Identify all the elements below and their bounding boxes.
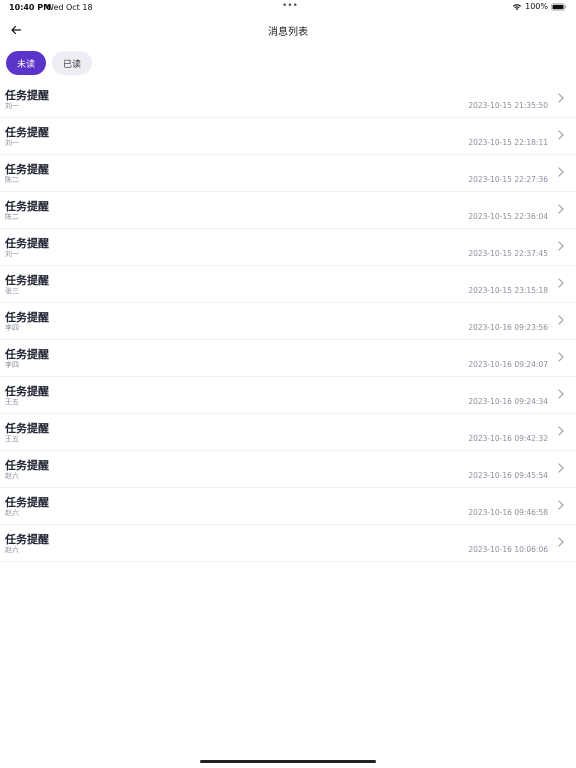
message-time: 2023-10-16 09:42:32 [468,434,548,443]
message-time: 2023-10-15 22:18:11 [468,138,548,147]
message-list-item[interactable]: 任务提醒 赵六 2023-10-16 09:46:58 [0,488,576,525]
message-time: 2023-10-15 21:35:50 [468,101,548,110]
message-sender: 李四 [5,361,19,369]
battery-percent: 100% [525,2,548,11]
screen: 10:40 PM Wed Oct 18 ••• 100% 消息列表 未读 已读 … [0,0,576,768]
message-list: 任务提醒 刘一 2023-10-15 21:35:50 任务提醒 刘一 2023… [0,81,576,562]
status-bar: 10:40 PM Wed Oct 18 ••• 100% [0,0,576,14]
message-sender: 陈二 [5,213,19,221]
message-list-item[interactable]: 任务提醒 刘一 2023-10-15 21:35:50 [0,81,576,118]
message-list-item[interactable]: 任务提醒 赵六 2023-10-16 10:06:06 [0,525,576,562]
message-sender: 张三 [5,287,19,295]
chevron-right-icon [558,93,564,103]
chevron-right-icon [558,389,564,399]
status-date: Wed Oct 18 [46,3,93,12]
message-list-item[interactable]: 任务提醒 陈二 2023-10-15 22:27:36 [0,155,576,192]
message-list-item[interactable]: 任务提醒 刘一 2023-10-15 22:37:45 [0,229,576,266]
home-indicator[interactable] [200,760,376,763]
chevron-right-icon [558,463,564,473]
chevron-right-icon [558,315,564,325]
message-time: 2023-10-16 10:06:06 [468,545,548,554]
chevron-right-icon [558,537,564,547]
message-time: 2023-10-16 09:24:07 [468,360,548,369]
message-sender: 刘一 [5,250,19,258]
message-list-item[interactable]: 任务提醒 李四 2023-10-16 09:24:07 [0,340,576,377]
chevron-right-icon [558,167,564,177]
message-sender: 王五 [5,398,19,406]
message-time: 2023-10-16 09:46:58 [468,508,548,517]
multitasking-dots[interactable]: ••• [282,1,298,11]
message-list-item[interactable]: 任务提醒 李四 2023-10-16 09:23:56 [0,303,576,340]
message-sender: 赵六 [5,472,19,480]
chevron-right-icon [558,278,564,288]
message-time: 2023-10-16 09:45:54 [468,471,548,480]
message-list-item[interactable]: 任务提醒 赵六 2023-10-16 09:45:54 [0,451,576,488]
page-title: 消息列表 [268,27,308,38]
chevron-right-icon [558,204,564,214]
message-list-item[interactable]: 任务提醒 张三 2023-10-15 23:15:18 [0,266,576,303]
chevron-right-icon [558,352,564,362]
message-time: 2023-10-15 22:27:36 [468,175,548,184]
message-sender: 王五 [5,435,19,443]
wifi-icon [513,3,522,10]
message-time: 2023-10-16 09:24:34 [468,397,548,406]
message-sender: 刘一 [5,139,19,147]
tab-read[interactable]: 已读 [52,51,92,75]
navigation-bar: 消息列表 [0,14,576,46]
message-list-item[interactable]: 任务提醒 刘一 2023-10-15 22:18:11 [0,118,576,155]
status-time: 10:40 PM [9,3,52,12]
message-sender: 李四 [5,324,19,332]
message-sender: 刘一 [5,102,19,110]
chevron-right-icon [558,241,564,251]
message-sender: 赵六 [5,546,19,554]
message-time: 2023-10-16 09:23:56 [468,323,548,332]
message-list-item[interactable]: 任务提醒 王五 2023-10-16 09:24:34 [0,377,576,414]
message-list-item[interactable]: 任务提醒 陈二 2023-10-15 22:36:04 [0,192,576,229]
status-right: 100% [512,2,567,11]
battery-icon [551,2,567,11]
message-sender: 赵六 [5,509,19,517]
read-status-tabs: 未读 已读 [6,51,92,75]
message-list-item[interactable]: 任务提醒 王五 2023-10-16 09:42:32 [0,414,576,451]
chevron-right-icon [558,130,564,140]
message-sender: 陈二 [5,176,19,184]
chevron-right-icon [558,500,564,510]
tab-unread[interactable]: 未读 [6,51,46,75]
message-time: 2023-10-15 22:37:45 [468,249,548,258]
chevron-right-icon [558,426,564,436]
message-time: 2023-10-15 23:15:18 [468,286,548,295]
message-time: 2023-10-15 22:36:04 [468,212,548,221]
